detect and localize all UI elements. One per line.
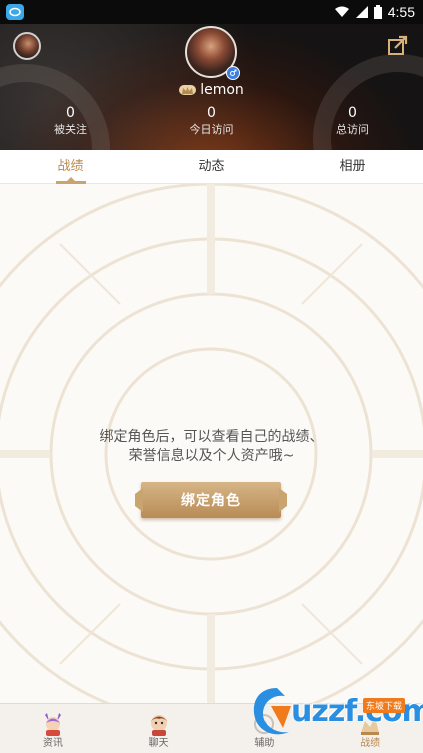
profile-stats: 0 被关注 0 今日访问 0 总访问 xyxy=(0,104,423,138)
nav-item-news[interactable]: 资讯 xyxy=(0,704,106,753)
profile-tabs: 战绩 动态 相册 xyxy=(0,150,423,184)
empty-state-message: 绑定角色后，可以查看自己的战绩、 荣誉信息以及个人资产哦~ xyxy=(0,428,423,466)
tab-label: 相册 xyxy=(339,159,366,174)
wifi-icon xyxy=(334,6,349,17)
empty-state-line: 荣誉信息以及个人资产哦~ xyxy=(128,448,295,464)
empty-state-line: 绑定角色后，可以查看自己的战绩、 xyxy=(99,429,324,445)
tab-album[interactable]: 相册 xyxy=(282,150,423,183)
tab-activity[interactable]: 动态 xyxy=(141,150,282,183)
stat-today-visits[interactable]: 0 今日访问 xyxy=(141,104,282,138)
stat-value: 0 xyxy=(66,105,75,121)
male-gender-icon xyxy=(226,66,240,80)
tab-record[interactable]: 战绩 xyxy=(0,150,141,184)
stat-label: 被关注 xyxy=(54,123,87,136)
site-watermark: uzzf.com 东坡下载 xyxy=(247,684,423,742)
nav-item-chat[interactable]: 聊天 xyxy=(106,704,212,753)
username: lemon xyxy=(200,82,244,98)
stat-label: 总访问 xyxy=(336,123,369,136)
status-time: 4:55 xyxy=(387,4,415,20)
stat-value: 0 xyxy=(348,105,357,121)
chat-character-icon xyxy=(149,715,168,736)
stat-label: 今日访问 xyxy=(189,123,234,136)
profile-header: lemon 0 被关注 0 今日访问 0 总访问 xyxy=(0,24,423,150)
app-notification-icon xyxy=(6,4,24,20)
battery-icon xyxy=(373,5,382,19)
level-badge-icon xyxy=(179,85,197,95)
tab-label: 动态 xyxy=(198,159,225,174)
bind-role-button[interactable]: 绑定角色 xyxy=(141,482,281,518)
watermark-tag: 东坡下载 xyxy=(363,698,406,713)
stat-value: 0 xyxy=(207,105,216,121)
stat-total-visits[interactable]: 0 总访问 xyxy=(282,104,423,138)
signal-icon xyxy=(355,6,368,18)
username-row: lemon xyxy=(0,82,423,98)
share-icon[interactable] xyxy=(387,34,409,56)
status-bar: 4:55 xyxy=(0,0,423,24)
nav-label: 资讯 xyxy=(42,738,63,749)
nav-label: 聊天 xyxy=(148,738,169,749)
record-content: 绑定角色后，可以查看自己的战绩、 荣誉信息以及个人资产哦~ 绑定角色 xyxy=(0,184,423,703)
stat-followers[interactable]: 0 被关注 xyxy=(0,104,141,138)
user-small-avatar[interactable] xyxy=(13,32,41,60)
tab-label: 战绩 xyxy=(57,159,84,174)
news-character-icon xyxy=(44,713,61,736)
